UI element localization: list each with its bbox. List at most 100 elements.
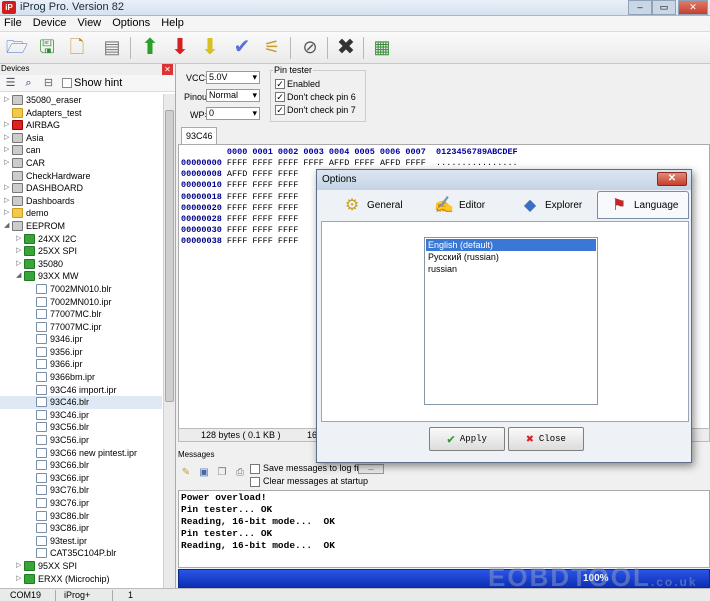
tree-item[interactable]: 93C46 import.ipr [0, 384, 162, 397]
expand-toggle-icon[interactable]: ◢ [16, 271, 23, 279]
tree-item[interactable]: 77007MC.blr [0, 308, 162, 321]
wp-select[interactable]: 0 [206, 107, 260, 120]
stop-icon[interactable]: ⊘ [298, 35, 322, 59]
tab-editor[interactable]: ✍ Editor [433, 191, 503, 219]
tree-item[interactable]: ▷ can [0, 144, 162, 157]
close-button[interactable]: ✖ Close [508, 427, 584, 451]
menu-options[interactable]: Options [108, 16, 154, 30]
menu-file[interactable]: File [0, 16, 26, 30]
expand-toggle-icon[interactable]: ◢ [4, 221, 11, 229]
tree-item[interactable]: 93C86.ipr [0, 522, 162, 535]
tree-item[interactable]: 9346.ipr [0, 333, 162, 346]
maximize-button[interactable]: ▭ [652, 0, 676, 15]
pinout-select[interactable]: Normal [206, 89, 260, 102]
tree-item[interactable]: 9356.ipr [0, 346, 162, 359]
expand-toggle-icon[interactable]: ▷ [4, 158, 11, 166]
tab-93c46[interactable]: 93C46 [181, 127, 217, 144]
language-list[interactable]: English (default) Русский (russian) russ… [424, 237, 598, 405]
expand-toggle-icon[interactable]: ▷ [16, 234, 23, 242]
calculator-icon[interactable]: ▦ [370, 35, 394, 59]
tree-item[interactable]: Adapters_test [0, 107, 162, 120]
tree-item[interactable]: 9366.ipr [0, 358, 162, 371]
tree-item[interactable]: ◢ 93XX MW [0, 270, 162, 283]
tree-item[interactable]: CAT35C104P.blr [0, 547, 162, 560]
open-icon[interactable]: 🗁 [5, 35, 29, 59]
expand-toggle-icon[interactable]: ▷ [16, 246, 23, 254]
language-option[interactable]: Русский (russian) [426, 251, 596, 263]
tree-item[interactable]: ▷ demo [0, 207, 162, 220]
print-icon[interactable]: ⎙ [234, 467, 246, 479]
save-log-icon[interactable]: ▣ [198, 467, 210, 479]
save-icon[interactable]: 🖫 [35, 35, 59, 59]
tree-item[interactable]: ▷ 35080 [0, 258, 162, 271]
vcc-select[interactable]: 5.0V [206, 71, 260, 84]
expand-toggle-icon[interactable]: ▷ [4, 95, 11, 103]
browse-button[interactable]: ... [358, 464, 384, 474]
expand-toggle-icon[interactable]: ▷ [4, 183, 11, 191]
tree-item[interactable]: ▷ ERXX (Microchip) [0, 573, 162, 586]
collapse-icon[interactable]: ⊟ [42, 77, 55, 90]
tree-item[interactable]: ▷ Asia [0, 132, 162, 145]
tab-explorer[interactable]: ◆ Explorer [519, 191, 599, 219]
apply-button[interactable]: ✔ Apply [429, 427, 505, 451]
tree-item[interactable]: ▷ DASHBOARD [0, 182, 162, 195]
expand-toggle-icon[interactable]: ▷ [4, 208, 11, 216]
search-icon[interactable]: ⌕ [22, 77, 35, 90]
tree-item[interactable]: ▷ Dashboards [0, 195, 162, 208]
write-up-icon[interactable]: ⬆ [138, 35, 162, 59]
tree-item[interactable]: ▷ 25XX SPI [0, 245, 162, 258]
close-window-button[interactable]: ✕ [678, 0, 708, 15]
expand-toggle-icon[interactable]: ▷ [16, 259, 23, 267]
tree-item[interactable]: 7002MN010.blr [0, 283, 162, 296]
menu-help[interactable]: Help [157, 16, 188, 30]
tree-item[interactable]: 93C76.ipr [0, 497, 162, 510]
tree-item[interactable]: CheckHardware [0, 170, 162, 183]
tree-item[interactable]: 93C46.blr [0, 396, 162, 409]
copy-icon[interactable]: ❐ [216, 467, 228, 479]
tree-item[interactable]: 93C66.ipr [0, 472, 162, 485]
language-option[interactable]: russian [426, 263, 596, 275]
expand-toggle-icon[interactable]: ▷ [4, 120, 11, 128]
language-option[interactable]: English (default) [426, 239, 596, 251]
enabled-checkbox[interactable]: ✓ [275, 79, 285, 89]
tab-general[interactable]: ⚙ General [341, 191, 421, 219]
brush-icon[interactable]: ✎ [180, 467, 192, 479]
tree-item[interactable]: 93C66.blr [0, 459, 162, 472]
menu-view[interactable]: View [73, 16, 105, 30]
minimize-button[interactable]: – [628, 0, 652, 15]
tree-item[interactable]: 93C46.ipr [0, 409, 162, 422]
tab-language[interactable]: ⚑ Language [597, 191, 689, 219]
expand-toggle-icon[interactable]: ▷ [4, 133, 11, 141]
close-panel-icon[interactable]: ✕ [162, 64, 173, 75]
tree-item[interactable]: 93C56.blr [0, 421, 162, 434]
clear-startup-checkbox[interactable] [250, 477, 260, 487]
list-icon[interactable]: ☰ [4, 77, 17, 90]
tree-item[interactable]: 77007MC.ipr [0, 321, 162, 334]
cancel-icon[interactable]: ✖ [334, 35, 358, 59]
expand-toggle-icon[interactable]: ▷ [4, 145, 11, 153]
pin7-checkbox[interactable]: ✓ [275, 105, 285, 115]
tree-item[interactable]: ▷ AIRBAG [0, 119, 162, 132]
tree-item[interactable]: 93test.ipr [0, 535, 162, 548]
read-icon[interactable]: ▤ [100, 35, 124, 59]
expand-toggle-icon[interactable]: ▷ [16, 574, 23, 582]
new-icon[interactable]: 🗋 [65, 35, 89, 59]
tree-item[interactable]: 93C66 new pintest.ipr [0, 447, 162, 460]
menu-device[interactable]: Device [29, 16, 71, 30]
tree-item[interactable]: ◢ EEPROM [0, 220, 162, 233]
show-hint-checkbox[interactable] [62, 78, 72, 88]
pin6-checkbox[interactable]: ✓ [275, 92, 285, 102]
verify-down-icon[interactable]: ⬇ [198, 35, 222, 59]
tree-item[interactable]: 93C76.blr [0, 484, 162, 497]
tree-item[interactable]: 93C56.ipr [0, 434, 162, 447]
tree-item[interactable]: ▷ 35080_eraser [0, 94, 162, 107]
tree-scrollbar[interactable] [163, 94, 175, 588]
tree-item[interactable]: ▷ 24XX I2C [0, 233, 162, 246]
scrollbar-thumb[interactable] [165, 110, 174, 402]
tree-item[interactable]: 9366bm.ipr [0, 371, 162, 384]
save-log-checkbox[interactable] [250, 464, 260, 474]
tree-item[interactable]: ▷ CAR [0, 157, 162, 170]
tree-item[interactable]: 93C86.blr [0, 510, 162, 523]
tree-item[interactable]: ▷ 95XX SPI [0, 560, 162, 573]
expand-toggle-icon[interactable]: ▷ [16, 561, 23, 569]
